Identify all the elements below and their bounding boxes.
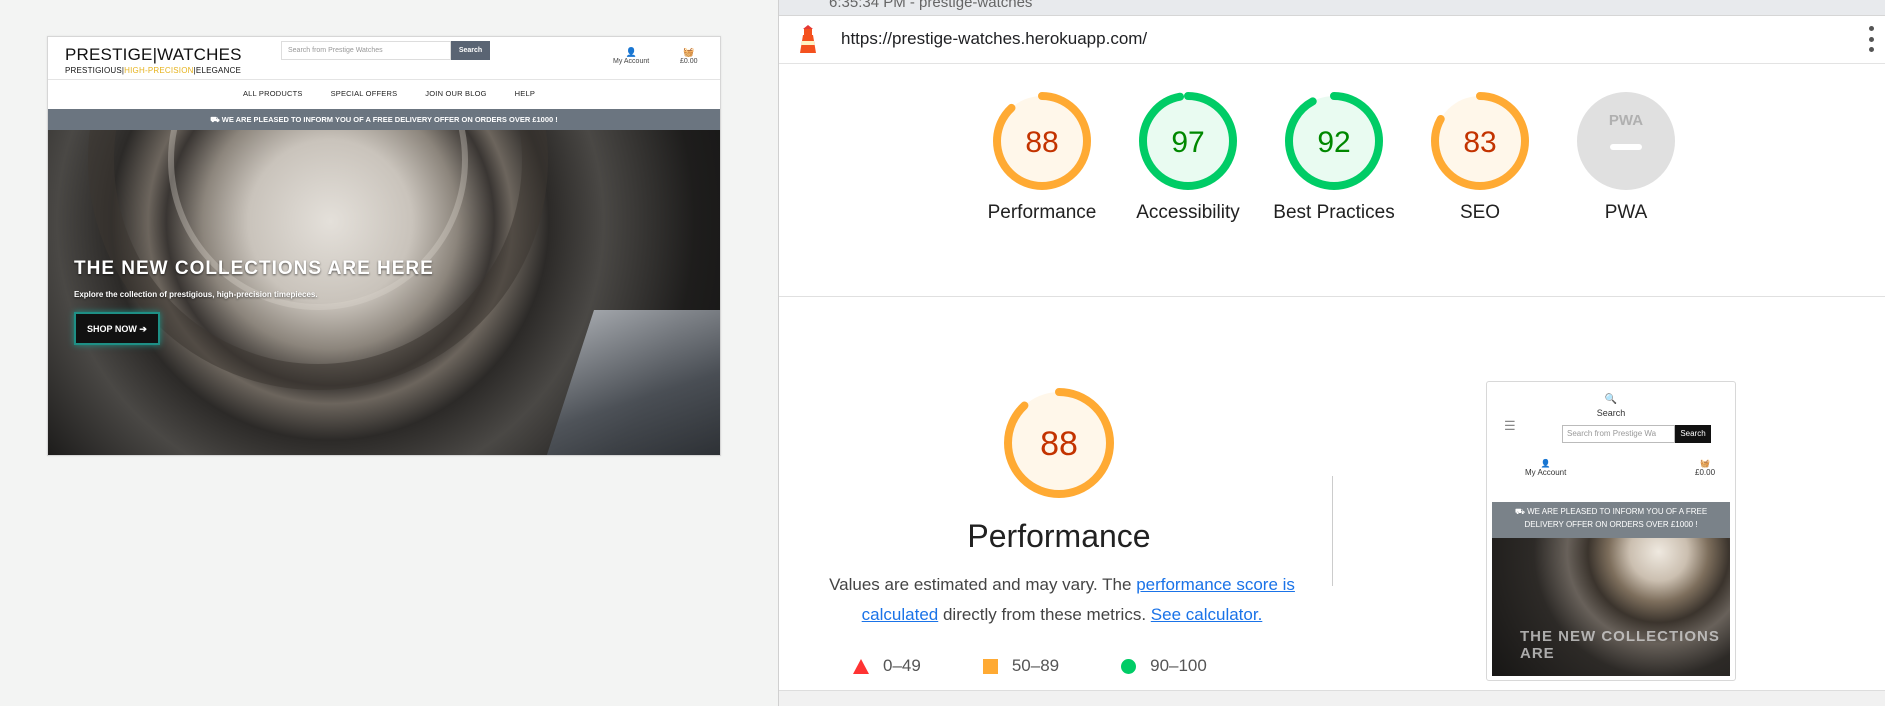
cart-total: £0.00 [680, 58, 698, 65]
gauge-pwa-badge-text: PWA [1609, 112, 1643, 129]
gauge-best-practices-ring: 92 [1285, 92, 1383, 190]
performance-big-gauge: 88 [999, 388, 1119, 503]
mobile-cart-total: £0.00 [1695, 468, 1716, 477]
report-url-bar: https://prestige-watches.herokuapp.com/ [779, 16, 1885, 64]
lighthouse-report-pane: 6:35:34 PM - prestige-watches https://pr… [778, 0, 1885, 706]
score-legend: 0–49 50–89 90–100 [853, 656, 1269, 676]
legend-pass: 90–100 [1121, 656, 1207, 676]
more-options-icon[interactable] [1869, 26, 1875, 52]
gauge-best-practices-value: 92 [1317, 126, 1350, 159]
my-account-label: My Account [613, 58, 650, 65]
search-icon: 🔍 [1604, 394, 1618, 405]
website-desktop-preview: PRESTIGE|WATCHES PRESTIGIOUS|HIGH-PRECIS… [47, 36, 721, 456]
mobile-hero-image: THE NEW COLLECTIONS ARE [1492, 538, 1730, 676]
performance-big-gauge-ring: 88 [1004, 388, 1114, 498]
lighthouse-logo-icon [800, 25, 816, 53]
legend-average-label: 50–89 [1011, 656, 1060, 675]
gauge-performance[interactable]: 88 Performance [969, 92, 1115, 228]
gauge-pwa-dash [1610, 144, 1642, 150]
hero-image: THE NEW COLLECTIONS ARE HERE Explore the… [48, 130, 720, 455]
nav-all-products[interactable]: ALL PRODUCTS [243, 89, 303, 98]
desc-text-2: directly from these metrics. [938, 605, 1151, 624]
site-logo[interactable]: PRESTIGE|WATCHES PRESTIGIOUS|HIGH-PRECIS… [65, 45, 242, 75]
see-calculator-link[interactable]: See calculator. [1151, 605, 1263, 624]
tagline-part-2: HIGH-PRECISION [124, 66, 194, 75]
basket-icon: 🧺 [683, 47, 695, 57]
gauge-accessibility-label: Accessibility [1136, 202, 1240, 223]
watch-strap [542, 310, 720, 455]
mobile-account-link[interactable]: 👤 My Account [1525, 459, 1566, 477]
gauge-best-practices[interactable]: 92 Best Practices [1261, 92, 1407, 228]
shop-now-button[interactable]: SHOP NOW ➔ [74, 312, 160, 345]
site-search-button[interactable]: Search [451, 41, 490, 60]
mobile-cart-link[interactable]: 🧺 £0.00 [1695, 459, 1715, 477]
mobile-screenshot-preview: ☰ 🔍 Search Search from Prestige Wa Searc… [1486, 381, 1736, 681]
legend-average: 50–89 [982, 656, 1060, 676]
gauges-divider [779, 296, 1885, 297]
hero-title: THE NEW COLLECTIONS ARE HERE [74, 258, 434, 279]
average-square-icon [982, 658, 998, 674]
cart-link[interactable]: 🧺 £0.00 [680, 47, 698, 65]
gauge-accessibility-value: 97 [1171, 126, 1204, 159]
report-tab-text[interactable]: 6:35:34 PM - prestige-watches [829, 0, 1032, 11]
gauge-seo-ring: 83 [1431, 92, 1529, 190]
hamburger-menu-icon[interactable]: ☰ [1504, 418, 1516, 434]
hero-subtitle: Explore the collection of prestigious, h… [74, 290, 318, 299]
gauge-accessibility-ring: 97 [1139, 92, 1237, 190]
gauge-accessibility[interactable]: 97 Accessibility [1115, 92, 1261, 228]
legend-fail-label: 0–49 [883, 656, 921, 675]
tagline-part-1: PRESTIGIOUS| [65, 66, 125, 75]
header-divider [48, 79, 720, 80]
nav-special-offers[interactable]: SPECIAL OFFERS [331, 89, 398, 98]
gauge-seo[interactable]: 83 SEO [1407, 92, 1553, 228]
gauge-performance-ring: 88 [993, 92, 1091, 190]
nav-help[interactable]: HELP [515, 89, 535, 98]
user-icon: 👤 [625, 47, 637, 57]
mobile-search-label[interactable]: Search [1487, 408, 1735, 418]
logo-tagline: PRESTIGIOUS|HIGH-PRECISION|ELEGANCE [65, 66, 242, 75]
basket-icon: 🧺 [1700, 459, 1710, 468]
mobile-account-label: My Account [1525, 468, 1567, 477]
nav-join-blog[interactable]: JOIN OUR BLOG [425, 89, 486, 98]
main-nav: ALL PRODUCTS SPECIAL OFFERS JOIN OUR BLO… [48, 89, 720, 98]
gauge-seo-value: 83 [1463, 126, 1496, 159]
my-account-link[interactable]: 👤 My Account [613, 47, 649, 65]
site-search-input[interactable]: Search from Prestige Watches [281, 41, 451, 60]
pass-circle-icon [1121, 658, 1137, 674]
mobile-delivery-banner: ⛟ WE ARE PLEASED TO INFORM YOU OF A FREE… [1492, 502, 1730, 538]
website-preview-pane: PRESTIGE|WATCHES PRESTIGIOUS|HIGH-PRECIS… [0, 0, 778, 706]
performance-description: Values are estimated and may vary. The p… [817, 570, 1307, 630]
gauge-pwa-ring: PWA [1577, 92, 1675, 190]
score-gauges: 88 Performance 97 Accessibility 92 Best Pract… [969, 92, 1699, 228]
tagline-part-3: |ELEGANCE [193, 66, 242, 75]
gauge-performance-value: 88 [1025, 126, 1058, 159]
gauge-best-practices-label: Best Practices [1273, 202, 1395, 223]
vertical-divider [1332, 476, 1333, 586]
gauge-pwa-label: PWA [1604, 202, 1648, 223]
legend-pass-label: 90–100 [1150, 656, 1207, 675]
mobile-hero-title: THE NEW COLLECTIONS ARE [1520, 628, 1720, 662]
gauge-seo-label: SEO [1459, 202, 1501, 223]
gauge-pwa-background [1577, 92, 1675, 190]
mobile-search: Search from Prestige Wa Search [1562, 425, 1711, 443]
desc-text-1: Values are estimated and may vary. The [829, 575, 1137, 594]
report-url[interactable]: https://prestige-watches.herokuapp.com/ [841, 29, 1147, 49]
user-icon: 👤 [1540, 459, 1551, 468]
logo-main-text: PRESTIGE|WATCHES [65, 45, 242, 64]
delivery-banner: ⛟ WE ARE PLEASED TO INFORM YOU OF A FREE… [48, 109, 720, 130]
performance-heading: Performance [967, 518, 1151, 554]
site-search: Search from Prestige Watches Search [281, 41, 490, 60]
gauge-performance-label: Performance [987, 202, 1097, 223]
fail-triangle-icon [853, 658, 869, 674]
report-tab-strip: 6:35:34 PM - prestige-watches [779, 0, 1885, 16]
gauge-pwa[interactable]: PWA PWA [1553, 92, 1699, 228]
bottom-bar [779, 690, 1885, 706]
mobile-search-input[interactable]: Search from Prestige Wa [1562, 425, 1675, 443]
legend-fail: 0–49 [853, 656, 921, 676]
mobile-search-button[interactable]: Search [1675, 425, 1711, 443]
performance-big-gauge-value: 88 [1040, 425, 1078, 463]
